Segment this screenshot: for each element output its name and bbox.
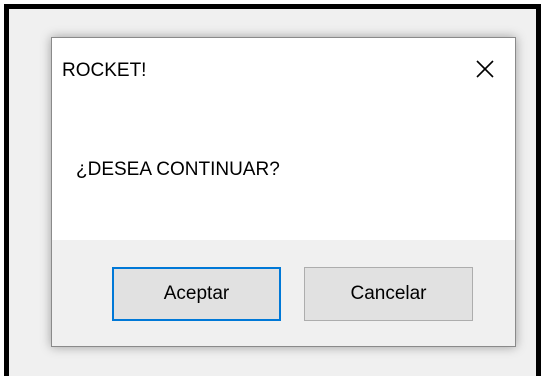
title-bar[interactable]: ROCKET!	[52, 38, 515, 102]
close-icon	[476, 60, 494, 78]
cancel-button-label: Cancelar	[350, 283, 427, 304]
accept-button[interactable]: Aceptar	[112, 267, 281, 321]
close-button[interactable]	[470, 54, 500, 84]
cancel-button[interactable]: Cancelar	[304, 267, 473, 321]
dialog-title: ROCKET!	[62, 60, 147, 81]
accept-button-label: Aceptar	[163, 283, 230, 304]
dialog-message: ¿DESEA CONTINUAR?	[76, 159, 280, 180]
dialog-footer: Aceptar Cancelar	[52, 240, 515, 346]
dialog-content: ¿DESEA CONTINUAR?	[52, 102, 515, 240]
message-dialog: ROCKET! ¿DESEA CONTINUAR? Aceptar Cancel…	[51, 37, 516, 347]
